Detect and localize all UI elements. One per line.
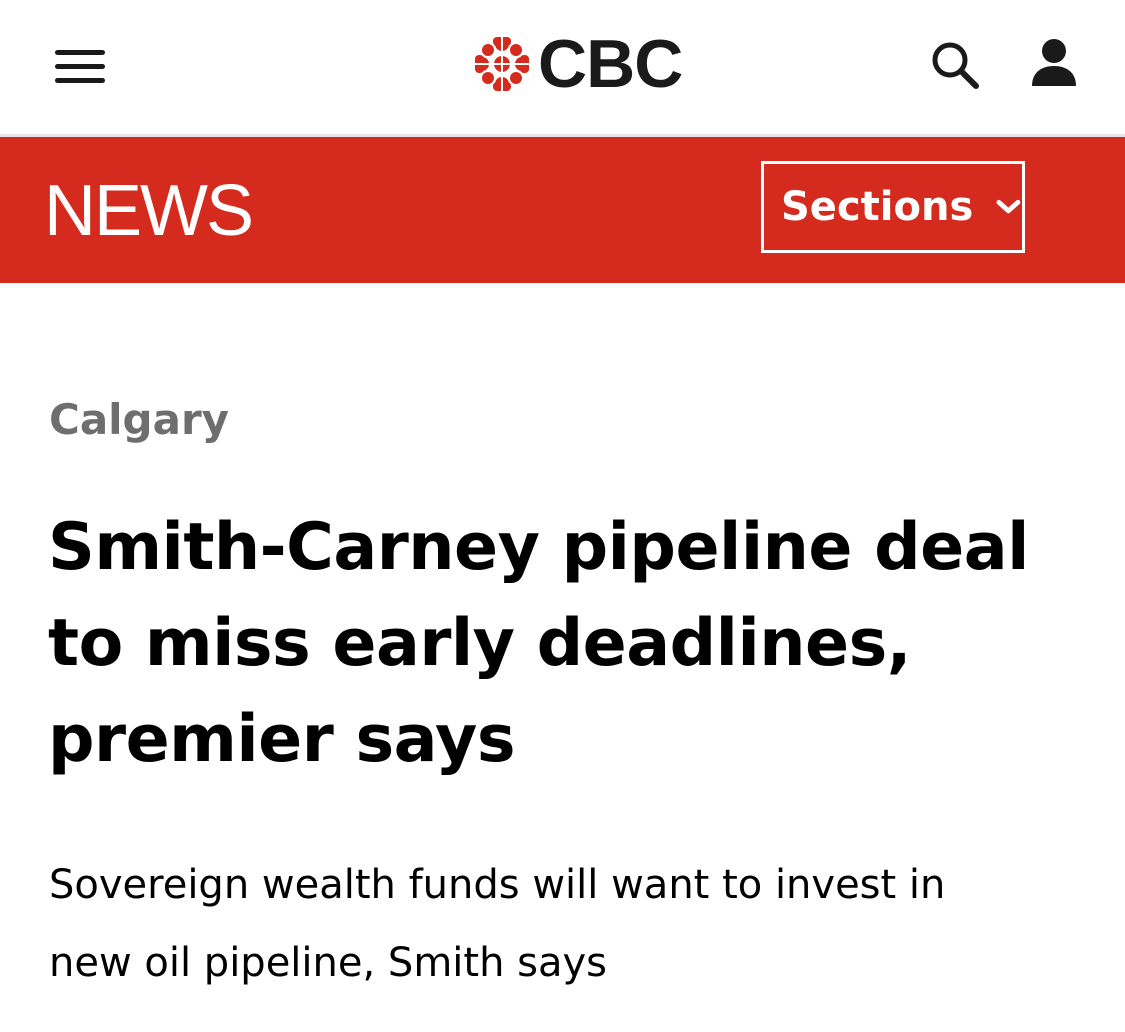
user-account-icon[interactable] xyxy=(1028,36,1080,88)
deck-line: new oil pipeline, Smith says xyxy=(49,940,608,986)
cbc-gem-icon xyxy=(474,36,530,92)
sections-menu-button[interactable]: Sections xyxy=(761,161,1025,253)
cbc-logo[interactable]: CBC xyxy=(472,26,683,102)
headline-line: Smith-Carney pipeline deal xyxy=(48,510,1029,585)
headline-line: premier says xyxy=(48,702,516,777)
news-section-banner: NEWS Sections xyxy=(0,137,1125,283)
headline-line: to miss early deadlines, xyxy=(48,606,911,681)
section-kicker-link[interactable]: Calgary xyxy=(49,392,229,448)
hamburger-menu-icon[interactable] xyxy=(55,48,107,84)
article-headline: Smith-Carney pipeline deal to miss early… xyxy=(48,500,1108,788)
sections-button-label: Sections xyxy=(781,184,974,230)
news-section-title[interactable]: NEWS xyxy=(44,173,254,249)
cbc-wordmark: CBC xyxy=(538,26,683,102)
chevron-down-icon xyxy=(996,199,1021,214)
search-icon[interactable] xyxy=(928,38,984,94)
deck-line: Sovereign wealth funds will want to inve… xyxy=(49,862,946,908)
top-navigation-bar: CBC xyxy=(0,0,1125,137)
article-deck: Sovereign wealth funds will want to inve… xyxy=(49,846,1089,1002)
